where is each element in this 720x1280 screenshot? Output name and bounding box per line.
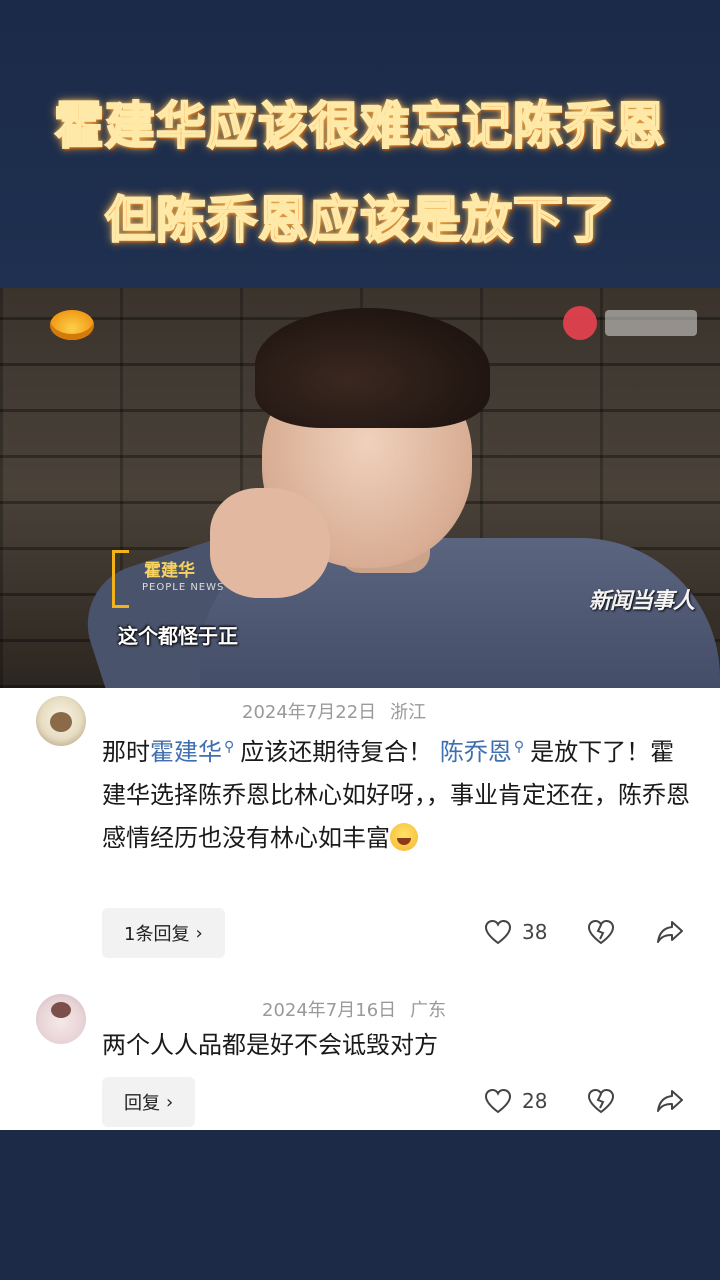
comment-meta: 2024年7月22日 浙江 [242,698,426,724]
search-icon[interactable]: ⚲ [224,739,234,755]
heart-icon [484,1088,512,1114]
comment-list: 2024年7月22日 浙江 那时霍建华 ⚲ 应该还期待复合！ 陈乔恩 ⚲ 是放下了！霍建华… [0,688,720,1130]
bottom-background [0,1130,720,1280]
video-subtitle: 这个都怪于正 [118,624,238,648]
comment-text-part: 应该还期待复合！ [240,738,433,766]
like-button[interactable]: 38 [484,919,547,945]
share-arrow-icon [657,921,683,943]
like-count: 28 [522,1089,548,1113]
comment-date: 2024年7月16日 [262,1000,397,1021]
comment-location: 浙江 [390,702,427,723]
name-plate-name: 霍建华 [144,561,195,581]
heart-icon [484,919,512,945]
comment-meta: 2024年7月16日 广东 [262,996,446,1022]
share-arrow-icon [657,1090,683,1112]
headline-line-2: 但陈乔恩应该是放下了 [104,190,615,250]
title-banner: 霍建华应该很难忘记陈乔恩 但陈乔恩应该是放下了 [0,0,720,288]
name-plate-bracket [112,550,129,608]
comment-date: 2024年7月22日 [242,702,377,723]
dislike-button[interactable] [587,919,615,945]
channel-logo-icon [50,310,94,340]
avatar[interactable] [36,994,86,1044]
comment-text: 两个人人品都是好不会诋毁对方 [102,1031,438,1059]
program-logo: 新闻当事人 [588,589,695,614]
chevron-right-icon: › [195,922,203,944]
avatar[interactable] [36,696,86,746]
like-count: 38 [522,920,548,944]
comment-text-part: 那时 [102,738,150,766]
headline-line-1: 霍建华应该很难忘记陈乔恩 [53,96,666,156]
reply-label: 回复 [124,1093,160,1114]
comment-location: 广东 [410,1000,447,1021]
watermark [563,304,698,342]
reply-button[interactable]: 回复 › [102,1077,196,1127]
avatar-figure [51,1002,71,1018]
mention-link[interactable]: 陈乔恩 [440,738,512,766]
broken-heart-icon [587,919,615,945]
search-icon[interactable]: ⚲ [514,739,524,755]
laughing-tears-emoji-icon [390,823,418,851]
mention-link[interactable]: 霍建华 [150,738,222,766]
watermark-bar [605,310,697,336]
like-button[interactable]: 28 [484,1088,547,1114]
chevron-right-icon: › [166,1091,174,1113]
share-button[interactable] [655,1088,685,1114]
name-plate: 霍建华 PEOPLE NEWS [112,550,262,608]
reply-label: 1条回复 [124,924,190,945]
name-plate-sub: PEOPLE NEWS [142,582,225,593]
comment-text: 那时霍建华 ⚲ 应该还期待复合！ 陈乔恩 ⚲ 是放下了！霍建华选择陈乔恩比林心如好呀，，… [102,726,692,860]
avatar-figure [50,712,72,732]
video-frame[interactable]: 霍建华 PEOPLE NEWS 这个都怪于正 新闻当事人 [0,288,720,688]
broken-heart-icon [587,1088,615,1114]
share-button[interactable] [655,919,685,945]
watermark-dot-icon [563,306,597,340]
view-replies-button[interactable]: 1条回复 › [102,908,225,958]
person-hair [255,308,490,428]
dislike-button[interactable] [587,1088,615,1114]
